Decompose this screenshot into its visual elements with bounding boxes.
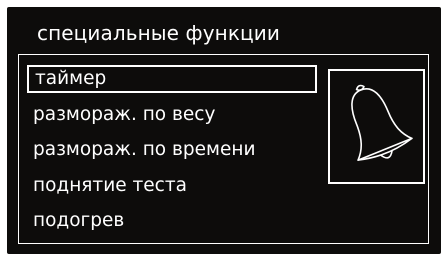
bell-icon: [351, 84, 413, 161]
display-screen: специальные функции таймер размораж. по …: [7, 7, 441, 254]
function-icon-frame: [328, 69, 425, 184]
menu-item-defrost-weight[interactable]: размораж. по весу: [33, 101, 215, 129]
menu-panel: таймер размораж. по весу размораж. по вр…: [18, 54, 429, 244]
menu-item-warm[interactable]: подогрев: [33, 207, 124, 235]
menu-item-defrost-time[interactable]: размораж. по времени: [33, 136, 255, 164]
screen-title: специальные функции: [37, 21, 280, 45]
menu-item-timer[interactable]: таймер: [27, 65, 317, 93]
menu-item-dough-proof[interactable]: поднятие теста: [33, 172, 187, 200]
